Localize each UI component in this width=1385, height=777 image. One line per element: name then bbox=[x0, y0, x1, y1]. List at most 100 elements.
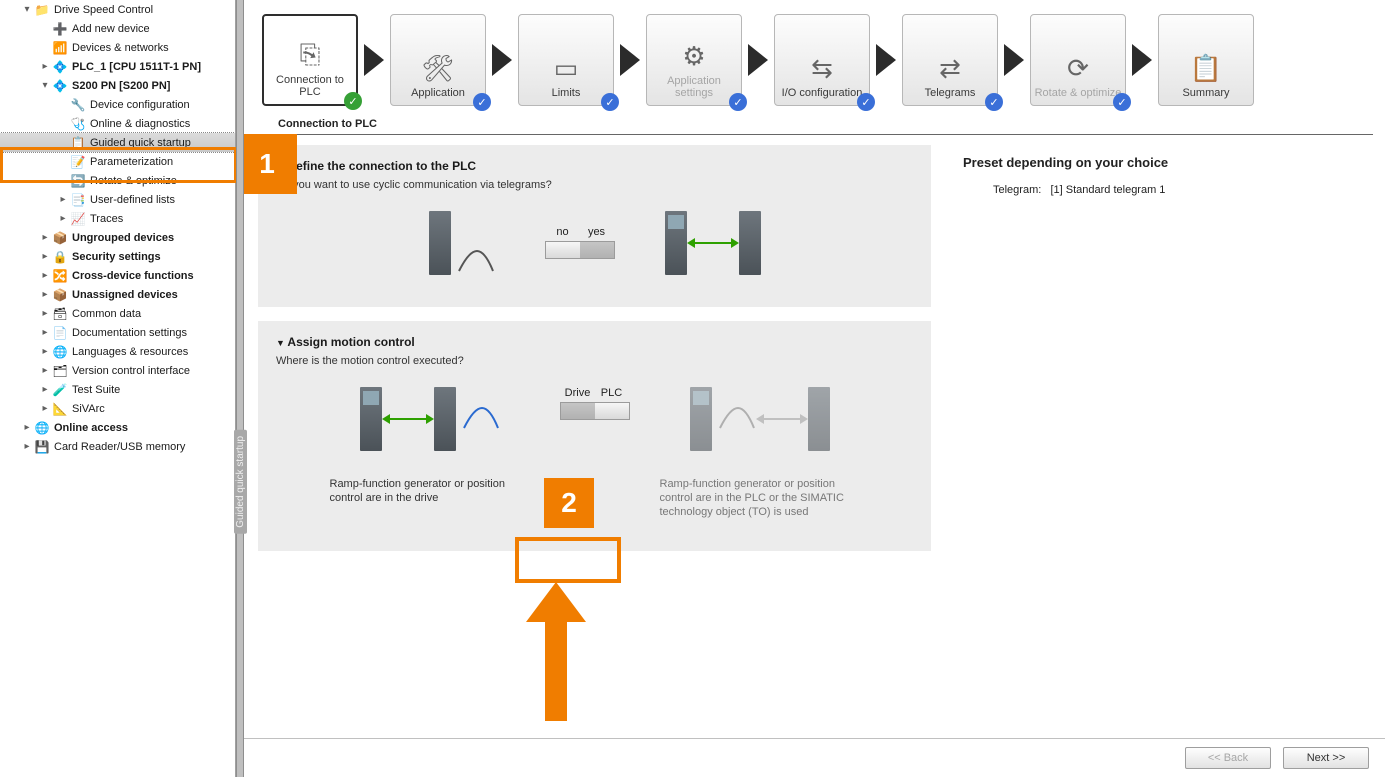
tree-item-icon: 💠 bbox=[52, 59, 68, 75]
tree-item[interactable]: 🩺Online & diagnostics bbox=[0, 114, 235, 133]
tree-item[interactable]: 📋Guided quick startup bbox=[0, 133, 235, 152]
tree-item[interactable]: ▸📑User-defined lists bbox=[0, 190, 235, 209]
wizard-step-icon: ⎘ bbox=[286, 36, 334, 74]
chevron-right-icon bbox=[748, 44, 768, 76]
wizard-step-label: Application bbox=[411, 87, 465, 99]
wizard-step[interactable]: ⇆I/O configuration✓ bbox=[774, 14, 870, 106]
tree-item[interactable]: ▸📦 Ungrouped devices bbox=[0, 228, 235, 247]
tree-item[interactable]: ▸📐SiVArc bbox=[0, 399, 235, 418]
toggle-option-drive[interactable] bbox=[561, 403, 595, 419]
card-question: Do you want to use cyclic communication … bbox=[276, 179, 913, 191]
tree-item[interactable]: 📝Parameterization bbox=[0, 152, 235, 171]
tree-expander[interactable]: ▸ bbox=[40, 251, 50, 262]
tree-item[interactable]: ➕Add new device bbox=[0, 19, 235, 38]
tree-item-label: SiVArc bbox=[72, 403, 105, 415]
tree-item[interactable]: 🔄 Rotate & optimize bbox=[0, 171, 235, 190]
content-right: Preset depending on your choice Telegram… bbox=[951, 145, 1371, 728]
tree-item[interactable]: ▸📈Traces bbox=[0, 209, 235, 228]
section-title: Connection to PLC bbox=[256, 112, 1373, 135]
tree-item[interactable]: ▾💠S200 PN [S200 PN] bbox=[0, 76, 235, 95]
toggle-option-plc[interactable] bbox=[595, 403, 629, 419]
tree-item-icon: ➕ bbox=[52, 21, 68, 37]
wizard-step[interactable]: 🛠Application✓ bbox=[390, 14, 486, 106]
tree-expander[interactable]: ▸ bbox=[40, 270, 50, 281]
curve-icon bbox=[718, 406, 756, 432]
tree-expander[interactable]: ▸ bbox=[22, 422, 32, 433]
tree-item-icon: 🔧 bbox=[70, 97, 86, 113]
tree-item[interactable]: ▸🔒Security settings bbox=[0, 247, 235, 266]
tree-item[interactable]: ▸📦Unassigned devices bbox=[0, 285, 235, 304]
tree-item-icon: 📦 bbox=[52, 230, 68, 246]
project-tree: ▾📁Drive Speed Control➕Add new device📶Dev… bbox=[0, 0, 235, 456]
tree-item[interactable]: ▾📁Drive Speed Control bbox=[0, 0, 235, 19]
tree-item-icon: 💾 bbox=[34, 439, 50, 455]
device-icon bbox=[665, 211, 687, 275]
tree-item-icon: 🔀 bbox=[52, 268, 68, 284]
tree-item[interactable]: ▸🗂Version control interface bbox=[0, 361, 235, 380]
callout-2-badge: 2 bbox=[544, 478, 594, 528]
tree-expander[interactable]: ▸ bbox=[40, 384, 50, 395]
tree-item-label: Security settings bbox=[72, 251, 161, 263]
next-button[interactable]: Next >> bbox=[1283, 747, 1369, 769]
device-icon bbox=[808, 387, 830, 451]
wizard-steps: ⎘Connection to PLC✓ 🛠Application✓ ▭Limits✓… bbox=[244, 0, 1385, 112]
wizard-step-badge: ✓ bbox=[601, 93, 619, 111]
tree-expander[interactable]: ▾ bbox=[40, 80, 50, 91]
wizard-step-icon: ⟳ bbox=[1054, 49, 1102, 87]
toggle-option-yes[interactable] bbox=[580, 242, 614, 258]
tree-expander[interactable]: ▾ bbox=[22, 4, 32, 15]
tree-expander[interactable]: ▸ bbox=[58, 194, 68, 205]
tree-item-icon: 🗃 bbox=[52, 306, 68, 322]
wizard-step[interactable]: ⚙Application settings✓ bbox=[646, 14, 742, 106]
tree-expander[interactable]: ▸ bbox=[40, 403, 50, 414]
tree-item[interactable]: ▸🔀Cross-device functions bbox=[0, 266, 235, 285]
tree-item-label: Ungrouped devices bbox=[72, 232, 174, 244]
tree-item[interactable]: ▸🌐Languages & resources bbox=[0, 342, 235, 361]
tree-item[interactable]: ▸🧪Test Suite bbox=[0, 380, 235, 399]
tree-item[interactable]: ▸📄Documentation settings bbox=[0, 323, 235, 342]
tree-item-label: Card Reader/USB memory bbox=[54, 441, 185, 453]
tree-item-label: S200 PN [S200 PN] bbox=[72, 80, 170, 92]
toggle-cyclic-communication[interactable] bbox=[545, 241, 615, 259]
wizard-step[interactable]: ⎘Connection to PLC✓ bbox=[262, 14, 358, 106]
tree-item-icon: 🌐 bbox=[52, 344, 68, 360]
double-arrow-icon bbox=[388, 418, 428, 420]
tree-item[interactable]: ▸🗃 Common data bbox=[0, 304, 235, 323]
double-arrow-icon bbox=[762, 418, 802, 420]
tree-item[interactable]: ▸🌐Online access bbox=[0, 418, 235, 437]
diagram-connection: noyes bbox=[276, 211, 913, 275]
tree-item-label: Common data bbox=[72, 308, 141, 320]
tree-item[interactable]: 📶Devices & networks bbox=[0, 38, 235, 57]
tree-expander[interactable]: ▸ bbox=[58, 213, 68, 224]
tree-item[interactable]: 🔧Device configuration bbox=[0, 95, 235, 114]
tree-expander[interactable]: ▸ bbox=[40, 289, 50, 300]
content-left: Define the connection to the PLC Do you … bbox=[258, 145, 931, 728]
tree-expander[interactable]: ▸ bbox=[40, 346, 50, 357]
wizard-step-badge: ✓ bbox=[857, 93, 875, 111]
wizard-step[interactable]: ▭Limits✓ bbox=[518, 14, 614, 106]
tree-expander[interactable]: ▸ bbox=[40, 232, 50, 243]
tree-expander[interactable]: ▸ bbox=[40, 61, 50, 72]
toggle-motion-control-location[interactable] bbox=[560, 402, 630, 420]
tree-item-label: Rotate & optimize bbox=[90, 175, 177, 187]
back-button[interactable]: << Back bbox=[1185, 747, 1271, 769]
tree-item[interactable]: ▸💾 Card Reader/USB memory bbox=[0, 437, 235, 456]
wizard-step-icon: 📋 bbox=[1182, 49, 1230, 87]
tree-expander[interactable]: ▸ bbox=[40, 327, 50, 338]
tree-item-icon: 🔄 bbox=[70, 173, 86, 189]
wizard-step[interactable]: 📋Summary bbox=[1158, 14, 1254, 106]
wizard-step[interactable]: ⇄Telegrams✓ bbox=[902, 14, 998, 106]
chevron-right-icon bbox=[364, 44, 384, 76]
tree-item-label: Traces bbox=[90, 213, 123, 225]
tree-expander[interactable]: ▸ bbox=[22, 441, 32, 452]
device-icon bbox=[429, 211, 451, 275]
tree-expander[interactable]: ▸ bbox=[40, 308, 50, 319]
tree-item-label: Online & diagnostics bbox=[90, 118, 190, 130]
toggle-option-no[interactable] bbox=[546, 242, 580, 258]
tree-expander[interactable]: ▸ bbox=[40, 365, 50, 376]
side-tab-guided-quick-startup[interactable]: Guided quick startup bbox=[234, 430, 247, 534]
curve-icon bbox=[462, 406, 500, 432]
splitter[interactable]: Guided quick startup bbox=[236, 0, 244, 777]
tree-item[interactable]: ▸💠PLC_1 [CPU 1511T-1 PN] bbox=[0, 57, 235, 76]
wizard-step[interactable]: ⟳Rotate & optimize✓ bbox=[1030, 14, 1126, 106]
